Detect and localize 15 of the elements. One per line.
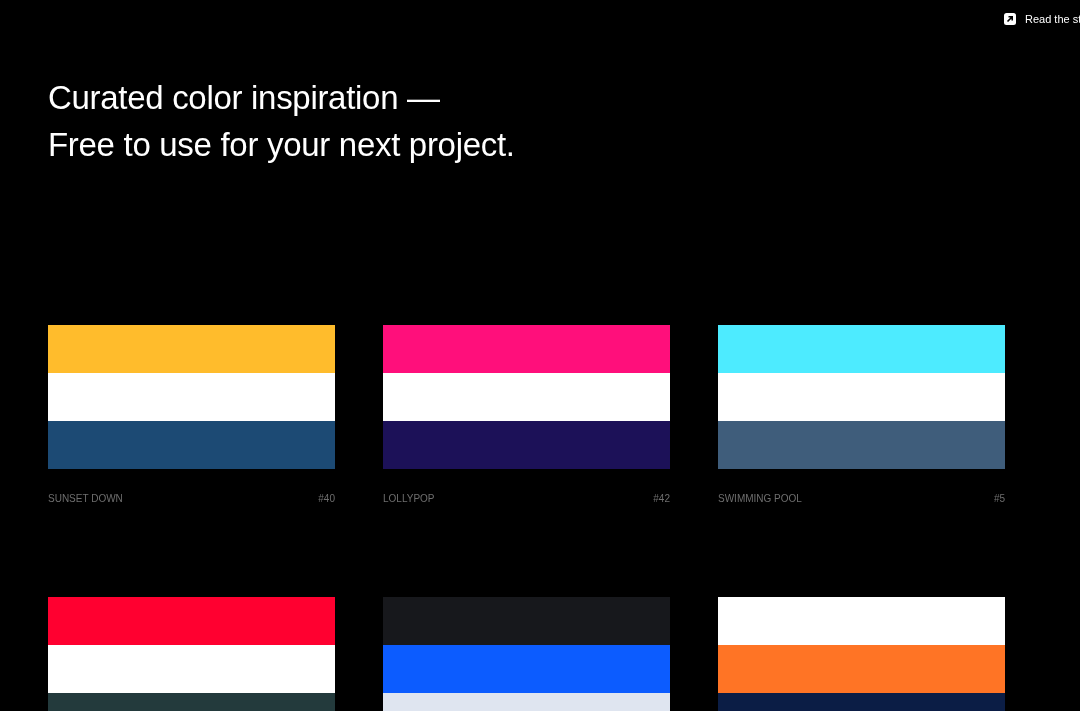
palette-number: #42: [653, 492, 670, 505]
palette-name: SWIMMING POOL: [718, 492, 802, 505]
palette-swatch[interactable]: [718, 597, 1005, 711]
palette-name: SUNSET DOWN: [48, 492, 123, 505]
palette-name: LOLLYPOP: [383, 492, 435, 505]
palette-swatch[interactable]: [383, 597, 670, 711]
palette-swatch[interactable]: [48, 325, 335, 469]
heading-line: Curated color inspiration —: [48, 78, 440, 118]
palette-swatch[interactable]: [383, 325, 670, 469]
arrow-icon: [1004, 13, 1016, 25]
palette-swatch[interactable]: [718, 325, 1005, 469]
palette-swatch[interactable]: [48, 597, 335, 711]
heading-line: Free to use for your next project.: [48, 125, 515, 165]
palette-number: #5: [993, 492, 1005, 505]
palette-number: #40: [318, 492, 335, 505]
